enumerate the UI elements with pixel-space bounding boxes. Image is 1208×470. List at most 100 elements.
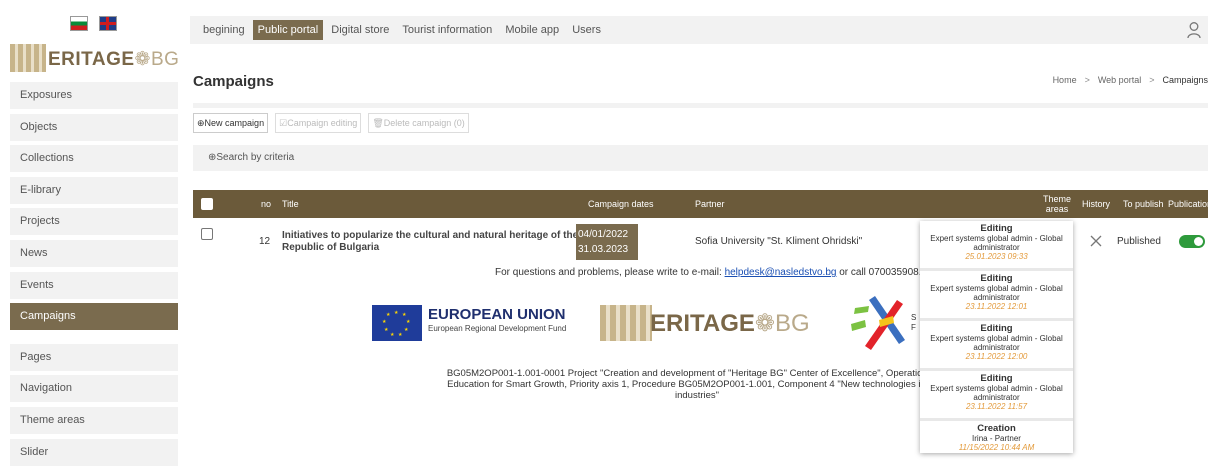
- history-action: Editing: [980, 323, 1013, 334]
- date-to: 31.03.2023: [578, 244, 629, 255]
- logo-suffix: BG: [150, 49, 180, 70]
- breadcrumb-chevron-icon: >: [1084, 75, 1090, 85]
- history-user: Expert systems global admin - Global adm…: [930, 284, 1063, 302]
- theme-header-line1: Theme: [1042, 194, 1071, 204]
- history-entry: Creation Irina - Partner 11/15/2022 10:4…: [920, 421, 1073, 453]
- history-date: 25.01.2023 09:33: [965, 252, 1028, 261]
- history-action: Creation: [977, 423, 1016, 434]
- theme-header-line2: areas: [1045, 204, 1069, 214]
- sidebar-item-campaigns[interactable]: Campaigns: [10, 303, 178, 331]
- sidebar-item-events[interactable]: Events: [10, 271, 178, 299]
- contact-text: For questions and problems, please write…: [495, 267, 725, 278]
- table-header: no Title Campaign dates Partner Theme ar…: [193, 190, 1208, 218]
- action-toolbar: ⊕New campaign ☑Campaign editing 🗑Delete …: [193, 113, 473, 133]
- history-entry: Editing Expert systems global admin - Gl…: [920, 271, 1073, 321]
- english-flag-icon[interactable]: [99, 16, 118, 31]
- history-date: 11/15/2022 10:44 AM: [958, 443, 1035, 452]
- user-profile-icon[interactable]: [1186, 21, 1202, 39]
- row-checkbox[interactable]: [201, 228, 213, 240]
- tab-public-portal[interactable]: Public portal: [252, 20, 324, 40]
- sidebar-item-collections[interactable]: Collections: [10, 145, 178, 173]
- logo-h-mark: [10, 44, 46, 72]
- history-popup: Editing Expert systems global admin - Gl…: [920, 221, 1073, 453]
- sidebar-item-exposures[interactable]: Exposures: [10, 82, 178, 109]
- helpdesk-email-link[interactable]: helpdesk@nasledstvo.bg: [725, 267, 837, 278]
- sidebar-item-navigation[interactable]: Navigation: [10, 375, 178, 403]
- tab-digital-store[interactable]: Digital store: [326, 20, 394, 40]
- sidebar-item-objects[interactable]: Objects: [10, 113, 178, 141]
- contact-tail: or call 070035908.: [836, 267, 922, 278]
- history-action: Editing: [980, 223, 1013, 234]
- footer-logo-h-mark: [600, 305, 652, 341]
- row-title[interactable]: Initiatives to popularize the cultural a…: [282, 230, 582, 254]
- breadcrumb-chevron-icon: >: [1149, 75, 1155, 85]
- history-user: Expert systems global admin - Global adm…: [930, 234, 1063, 252]
- publish-status: Published: [1117, 236, 1161, 247]
- breadcrumb-web-portal[interactable]: Web portal: [1098, 75, 1141, 85]
- tab-tourist-information[interactable]: Tourist information: [397, 20, 497, 40]
- history-date: 23.11.2022 12:01: [965, 302, 1028, 311]
- column-header-campaign-dates[interactable]: Campaign dates: [588, 190, 654, 218]
- date-from: 04/01/2022: [578, 229, 629, 240]
- history-date: 23.11.2022 12:00: [965, 352, 1028, 361]
- tab-mobile-app[interactable]: Mobile app: [500, 20, 564, 40]
- page-title: Campaigns: [193, 73, 274, 90]
- eu-title: EUROPEAN UNION: [428, 306, 566, 323]
- sidebar-item-news[interactable]: News: [10, 239, 178, 267]
- history-entry: Editing Expert systems global admin - Gl…: [920, 221, 1073, 271]
- history-user: Irina - Partner: [972, 434, 1021, 443]
- breadcrumb-home[interactable]: Home: [1053, 75, 1077, 85]
- programme-caption-f: F: [911, 323, 916, 332]
- sidebar-item-projects[interactable]: Projects: [10, 208, 178, 236]
- publication-toggle[interactable]: [1179, 235, 1205, 248]
- programme-caption-s: S: [911, 313, 917, 322]
- column-header-partner[interactable]: Partner: [695, 190, 725, 218]
- row-partner: Sofia University "St. Kliment Ohridski": [695, 236, 863, 247]
- close-icon[interactable]: [1090, 235, 1102, 247]
- breadcrumb-current: Campaigns: [1162, 75, 1208, 85]
- sidebar-item-e-library[interactable]: E-library: [10, 176, 178, 204]
- sidebar: ERITAGE❁BG Exposures Objects Collections…: [0, 0, 190, 466]
- history-entry: Editing Expert systems global admin - Gl…: [920, 371, 1073, 421]
- search-by-criteria-panel[interactable]: ⊕Search by criteria: [193, 145, 1208, 171]
- heritage-bg-logo[interactable]: ERITAGE❁BG: [10, 44, 180, 74]
- sidebar-nav: Exposures Objects Collections E-library …: [10, 82, 178, 470]
- new-campaign-button[interactable]: ⊕New campaign: [193, 113, 269, 133]
- history-user: Expert systems global admin - Global adm…: [930, 334, 1063, 352]
- history-action: Editing: [980, 373, 1013, 384]
- language-switcher: [70, 16, 125, 31]
- column-header-to-publish[interactable]: To publish: [1123, 190, 1164, 218]
- column-header-theme-areas[interactable]: Theme areas: [1039, 194, 1075, 222]
- history-user: Expert systems global admin - Global adm…: [930, 384, 1063, 402]
- history-action: Editing: [980, 273, 1013, 284]
- edit-campaign-button[interactable]: ☑Campaign editing: [275, 113, 362, 133]
- breadcrumb: Home > Web portal > Campaigns: [1053, 75, 1208, 85]
- sidebar-item-theme-areas[interactable]: Theme areas: [10, 406, 178, 434]
- column-header-title[interactable]: Title: [282, 190, 299, 218]
- contact-line: For questions and problems, please write…: [495, 267, 922, 278]
- sidebar-item-pages[interactable]: Pages: [10, 343, 178, 371]
- bulgarian-flag-icon[interactable]: [70, 16, 88, 31]
- history-date: 23.11.2022 11:57: [965, 402, 1028, 411]
- logo-text: ERITAGE: [48, 49, 135, 70]
- row-number: 12: [259, 236, 271, 247]
- campaign-dates-badge: 04/01/2022 31.03.2023: [576, 224, 638, 260]
- select-all-checkbox[interactable]: [201, 198, 213, 210]
- column-header-history[interactable]: History: [1082, 190, 1110, 218]
- footer-logo-text: ERITAGE: [650, 310, 755, 337]
- top-nav-bar: begining Public portal Digital store Tou…: [190, 16, 1208, 44]
- sidebar-item-slider[interactable]: Slider: [10, 438, 178, 466]
- heritage-bg-footer-logo: ERITAGE❁BG: [600, 305, 815, 341]
- delete-campaign-button[interactable]: 🗑Delete campaign (0): [368, 113, 469, 133]
- column-header-publication[interactable]: Publication: [1168, 190, 1208, 218]
- header-divider: [193, 103, 1208, 108]
- top-tabs: begining Public portal Digital store Tou…: [198, 16, 606, 40]
- operational-programme-logo-icon: [851, 296, 905, 350]
- tab-users[interactable]: Users: [567, 20, 606, 40]
- search-by-criteria-label[interactable]: ⊕Search by criteria: [208, 152, 294, 163]
- eu-flag-icon: ★ ★ ★ ★ ★ ★ ★ ★ ★: [372, 305, 422, 341]
- tab-begining[interactable]: begining: [198, 20, 250, 40]
- sidebar-divider: [10, 335, 178, 344]
- footer-logo-suffix: BG: [775, 310, 810, 337]
- column-header-no[interactable]: no: [261, 190, 271, 218]
